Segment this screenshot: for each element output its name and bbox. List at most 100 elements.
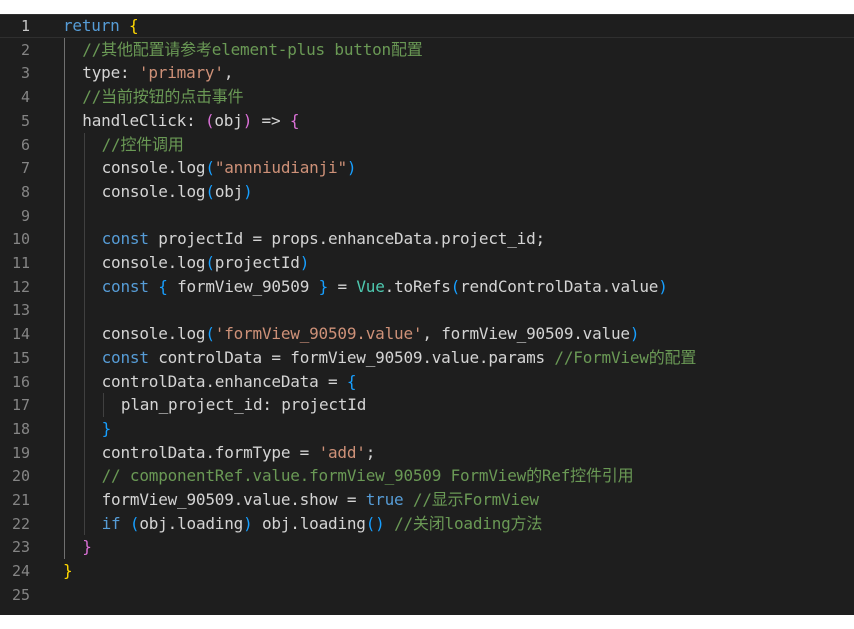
line-number: 13 [11, 301, 30, 320]
code-line[interactable]: 2 //其他配置请参考element-plus button配置 [0, 38, 854, 62]
code-text: controlData.formType = 'add'; [102, 441, 376, 465]
code-line[interactable]: 13 [0, 298, 854, 322]
code-line[interactable]: 23} [0, 535, 854, 559]
code-token: formView_90509.value.show = [101, 490, 366, 509]
code-text: console.log("annniudianji") [102, 156, 357, 180]
code-line[interactable]: 7 console.log("annniudianji") [0, 156, 854, 180]
code-token: console [101, 181, 168, 201]
code-line[interactable]: 19 controlData.formType = 'add'; [0, 441, 854, 465]
line-number: 8 [20, 182, 30, 201]
code-line[interactable]: 20 // componentRef.value.formView_90509 F… [0, 464, 854, 488]
code-token: ) [243, 181, 253, 201]
code-token: controlData.formType = [101, 442, 319, 462]
code-token: controlData.enhanceData = [101, 371, 347, 391]
code-text: } [82, 535, 92, 559]
code-token: obj.loading [252, 513, 366, 533]
code-token: ; [365, 442, 376, 462]
line-number: 15 [11, 348, 30, 367]
code-token: log [177, 181, 206, 201]
code-token: ( [205, 158, 215, 178]
code-token: ( [204, 110, 215, 130]
code-token: { [289, 110, 300, 130]
code-token: ( [205, 181, 215, 201]
code-token: plan_project_id: projectId [120, 395, 367, 415]
code-text: console.log(projectId) [102, 251, 310, 275]
code-token: } [82, 537, 92, 557]
code-token: true [365, 490, 404, 509]
code-token: projectId = props.enhanceData.project_id… [148, 229, 545, 249]
code-line[interactable]: 25 [0, 583, 854, 607]
code-token: 'primary' [138, 63, 224, 83]
code-line[interactable]: 3 type: 'primary', [0, 61, 854, 85]
code-token: //当前按钮的点击事件 [82, 87, 244, 107]
code-token: console.log [101, 253, 206, 272]
code-line[interactable]: 4 //当前按钮的点击事件 [0, 85, 854, 109]
code-token: //关闭loading方法 [394, 513, 543, 533]
line-number: 16 [11, 372, 30, 391]
code-token: { [158, 276, 168, 296]
line-number: 19 [11, 443, 30, 462]
code-token: return [63, 16, 120, 35]
line-number: 21 [11, 491, 30, 509]
code-text: // componentRef.value.formView_90509 For… [102, 464, 634, 488]
code-token: //FormView的配置 [554, 347, 697, 367]
code-token: ( [205, 324, 215, 344]
line-number: 4 [20, 88, 30, 107]
code-token: , [223, 63, 234, 83]
code-token: ) [243, 513, 253, 533]
line-number: 18 [11, 419, 30, 438]
code-line[interactable]: 14 console.log('formView_90509.value', fo… [0, 322, 854, 346]
code-line[interactable]: 1 return { [0, 14, 854, 38]
line-number: 22 [11, 514, 30, 533]
line-number: 5 [20, 111, 30, 130]
code-line[interactable]: 5 handleClick: (obj) => { [0, 109, 854, 133]
line-number: 12 [11, 277, 30, 296]
code-text: } [63, 559, 73, 583]
code-token: handleClick [82, 110, 187, 130]
code-text: console.log('formView_90509.value', form… [102, 322, 640, 346]
line-number: 14 [11, 325, 30, 344]
code-line[interactable]: 10 const projectId = props.enhanceData.pr… [0, 227, 854, 251]
code-token: ) [629, 324, 640, 344]
code-line[interactable]: 22 if (obj.loading) obj.loading() //关闭loa… [0, 512, 854, 536]
code-line[interactable]: 8 console.log(obj) [0, 180, 854, 204]
line-number: 24 [11, 562, 30, 581]
code-text: type: 'primary', [82, 61, 233, 85]
code-token: const [101, 347, 149, 367]
code-text: } [102, 417, 112, 441]
line-number: 25 [11, 585, 30, 604]
code-line[interactable]: 24} [0, 559, 854, 583]
code-token: ) [299, 253, 310, 272]
code-line[interactable]: 21 formView_90509.value.show = true //显示F… [0, 488, 854, 512]
code-line[interactable]: 15 const controlData = formView_90509.val… [0, 346, 854, 370]
code-token: "annniudianji" [214, 158, 347, 178]
code-token: projectId [214, 253, 300, 272]
code-line[interactable]: 11 console.log(projectId) [0, 251, 854, 275]
code-text: console.log(obj) [102, 180, 253, 204]
code-token: rendControlData.value [460, 276, 659, 296]
code-line[interactable]: 17 plan_project_id: projectId [0, 393, 854, 417]
code-line[interactable]: 12 const { formView_90509 } = Vue.toRefs(… [0, 275, 854, 299]
indent-guide [83, 132, 85, 536]
code-token: obj [214, 110, 243, 130]
code-token: : [186, 110, 205, 130]
code-token: } [318, 276, 329, 296]
code-line[interactable]: 16 controlData.enhanceData = { [0, 370, 854, 394]
line-number: 17 [11, 396, 30, 415]
code-text: //控件调用 [102, 133, 184, 157]
code-line[interactable]: 9 [0, 204, 854, 228]
code-token: //控件调用 [101, 134, 184, 154]
code-token: { [129, 16, 139, 35]
code-line[interactable]: 18} [0, 417, 854, 441]
line-number: 20 [11, 467, 30, 486]
code-token: : [120, 63, 139, 83]
code-token: formView_90509 [167, 276, 319, 296]
code-line[interactable]: 6 //控件调用 [0, 133, 854, 157]
line-number: 3 [20, 64, 30, 83]
code-token: controlData = formView_90509.value.param… [148, 347, 555, 367]
code-editor[interactable]: 1 return {2//其他配置请参考element-plus button配置… [0, 14, 854, 615]
code-token: ) [346, 158, 357, 178]
code-text: formView_90509.value.show = true //显示For… [102, 488, 539, 512]
